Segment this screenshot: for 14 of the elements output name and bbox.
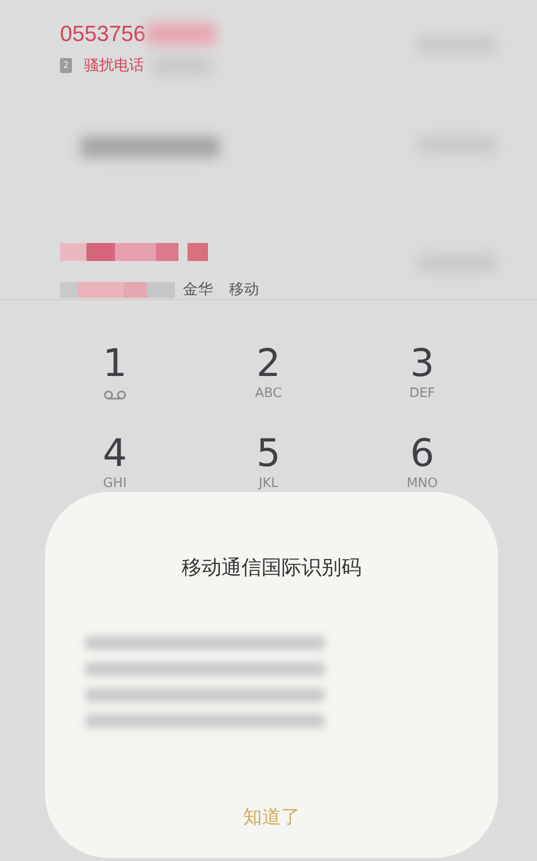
voicemail-icon [102,390,127,400]
dial-key[interactable]: 1 [38,340,192,420]
dialog-title: 移动通信国际识别码 [182,554,362,581]
phone-number: 0553756 [60,21,146,47]
location-text: 金华 [183,280,213,299]
dial-key[interactable]: 4 GHI [38,430,192,510]
dial-key[interactable]: 2 ABC [192,340,346,420]
dial-key[interactable]: 6 MNO [345,430,499,510]
dial-key[interactable]: 5 JKL [192,430,346,510]
dial-key[interactable]: 3 DEF [345,340,499,420]
call-tag: 骚扰电话 [84,56,144,75]
sim-icon: 2 [60,58,72,73]
carrier-text: 移动 [229,280,259,299]
redaction-blur [146,23,216,45]
